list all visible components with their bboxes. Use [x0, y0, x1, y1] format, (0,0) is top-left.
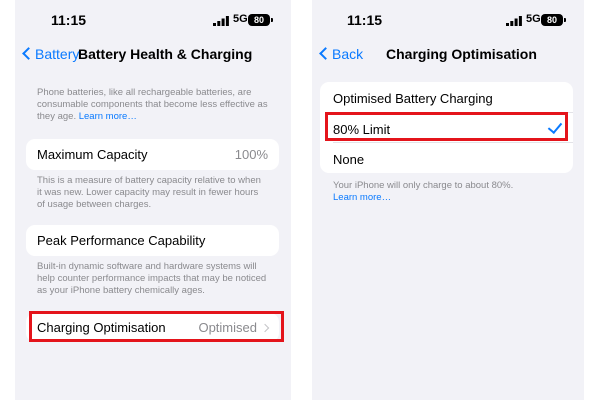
peak-performance-description: Built-in dynamic software and hardware s… — [37, 261, 267, 296]
page-title: Charging Optimisation — [386, 46, 537, 62]
maximum-capacity-row: Maximum Capacity 100% — [26, 139, 279, 170]
intro-footnote: Phone batteries, like all rechargeable b… — [37, 87, 269, 123]
battery-icon: 80 — [541, 14, 566, 26]
navigation-bar: Back Charging Optimisation — [312, 46, 584, 68]
back-button[interactable]: Back — [332, 46, 363, 62]
status-bar: 11:15 5G 80 — [312, 12, 584, 32]
cellular-signal-icon — [506, 16, 522, 26]
cellular-signal-icon — [213, 16, 229, 26]
maximum-capacity-label: Maximum Capacity — [37, 147, 148, 162]
battery-health-screen: 11:15 5G 80 Battery Battery Health & Cha… — [15, 0, 291, 400]
highlight-annotation — [325, 112, 568, 141]
intro-text: Phone batteries, like all rechargeable b… — [37, 87, 268, 122]
learn-more-link[interactable]: Learn more… — [333, 192, 565, 204]
back-chevron-icon[interactable] — [319, 47, 332, 60]
status-time: 11:15 — [347, 12, 383, 28]
maximum-capacity-description: This is a measure of battery capacity re… — [37, 175, 261, 210]
footer-text: Your iPhone will only charge to about 80… — [333, 180, 514, 191]
charging-optimisation-screen: 11:15 5G 80 Back Charging Optimisation O… — [312, 0, 584, 400]
peak-performance-row: Peak Performance Capability — [26, 225, 279, 256]
status-time: 11:15 — [51, 12, 87, 28]
peak-performance-label: Peak Performance Capability — [37, 233, 206, 248]
option-label: Optimised Battery Charging — [333, 91, 493, 106]
option-optimised-battery-charging[interactable]: Optimised Battery Charging — [320, 82, 573, 112]
navigation-bar: Battery Battery Health & Charging — [15, 46, 291, 68]
learn-more-link[interactable]: Learn more… — [79, 111, 137, 122]
page-title: Battery Health & Charging — [78, 46, 253, 62]
maximum-capacity-value: 100% — [234, 147, 268, 162]
option-label: None — [333, 152, 365, 167]
battery-icon: 80 — [248, 14, 273, 26]
charging-footnote: Your iPhone will only charge to about 80… — [333, 180, 565, 204]
network-label: 5G — [233, 13, 248, 25]
highlight-annotation — [29, 311, 284, 342]
back-button[interactable]: Battery — [35, 46, 79, 62]
back-chevron-icon[interactable] — [22, 47, 35, 60]
status-bar: 11:15 5G 80 — [15, 12, 291, 32]
option-none[interactable]: None — [320, 143, 573, 173]
network-label: 5G — [526, 13, 541, 25]
